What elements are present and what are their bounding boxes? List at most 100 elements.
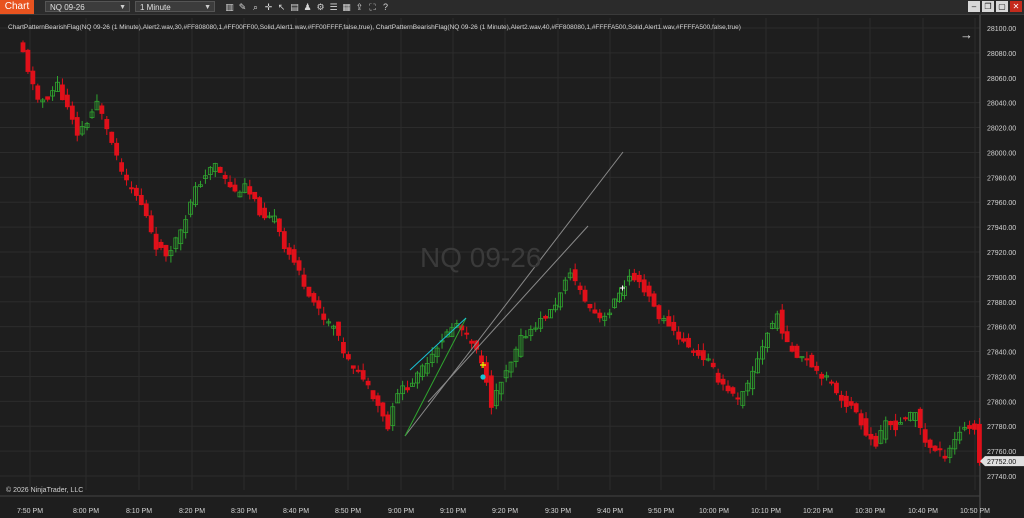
instrument-selector[interactable]: NQ 09-26 ▼ (45, 1, 130, 12)
candle-down (843, 395, 849, 407)
price-tick-label: 27760.00 (987, 449, 1016, 456)
price-tick-label: 27960.00 (987, 200, 1016, 207)
time-tick-label: 7:50 PM (17, 508, 43, 515)
candle-down (873, 435, 879, 447)
candle-down (592, 309, 598, 314)
help-icon[interactable]: ? (380, 1, 391, 13)
candle-down (370, 390, 376, 400)
candle-down (163, 244, 169, 257)
candle-down (730, 387, 736, 394)
candle-down (656, 305, 662, 320)
properties-icon[interactable]: ☰ (328, 1, 339, 13)
candle-down (543, 315, 548, 319)
price-tick-label: 27780.00 (987, 424, 1016, 431)
maximize-button[interactable]: ▢ (996, 1, 1008, 12)
price-tick-label: 28020.00 (987, 126, 1016, 133)
candle-down (779, 309, 785, 334)
price-tick-label: 27860.00 (987, 325, 1016, 332)
candle-down (124, 174, 129, 181)
candle-down (700, 350, 706, 361)
candle-down (927, 439, 933, 448)
chevron-down-icon: ▼ (204, 4, 211, 11)
template-icon[interactable]: ▦ (341, 1, 352, 13)
candle-down (217, 166, 223, 173)
candle-down (60, 84, 65, 101)
candle-down (109, 131, 115, 143)
share-icon[interactable]: ⇪ (354, 1, 365, 13)
indicators-icon[interactable]: ⚙ (315, 1, 326, 13)
data-box-icon[interactable]: ▤ (289, 1, 300, 13)
candle-down (942, 455, 948, 459)
candle-down (814, 365, 820, 371)
price-tick-label: 27880.00 (987, 300, 1016, 307)
candle-down (104, 119, 110, 130)
candle-down (641, 279, 647, 293)
candle-down (114, 142, 120, 156)
time-tick-label: 8:50 PM (335, 508, 361, 515)
price-tick-label: 27980.00 (987, 175, 1016, 182)
candle-down (276, 218, 282, 233)
last-price-marker: 27752.00 (980, 456, 1024, 467)
candle-down (316, 300, 322, 309)
candle-down (646, 285, 652, 297)
candle-down (153, 233, 159, 250)
candle-down (838, 394, 844, 401)
candle-down (350, 365, 356, 369)
instrument-value: NQ 09-26 (50, 3, 85, 12)
price-tick-label: 28040.00 (987, 101, 1016, 108)
candle-down (119, 162, 124, 172)
time-tick-label: 8:20 PM (179, 508, 205, 515)
price-tick-label: 27940.00 (987, 225, 1016, 232)
candle-down (247, 186, 253, 195)
candle-down (937, 448, 943, 451)
candle-down (158, 241, 164, 248)
price-tick-label: 28000.00 (987, 150, 1016, 157)
crosshair-icon[interactable]: ✛ (263, 1, 274, 13)
candle-down (597, 312, 603, 319)
candle-down (262, 207, 267, 219)
restore-button[interactable]: ❐ (982, 1, 994, 12)
time-tick-label: 10:50 PM (960, 508, 990, 515)
candle-down (834, 382, 839, 394)
candle-down (715, 372, 721, 383)
price-tick-label: 27740.00 (987, 474, 1016, 481)
candle-down (30, 70, 36, 85)
arrow-right-icon[interactable]: → (960, 27, 973, 42)
indicator-label[interactable]: ChartPatternBearishFlag(NQ 09-26 (1 Minu… (8, 24, 741, 31)
zoom-icon[interactable]: ⌕ (250, 1, 261, 13)
copyright-text: © 2026 NinjaTrader, LLC (6, 487, 84, 494)
strategies-icon[interactable]: ♟ (302, 1, 313, 13)
price-tick-label: 28100.00 (987, 26, 1016, 33)
close-button[interactable]: ✕ (1010, 1, 1022, 12)
candle-down (651, 293, 657, 307)
candle-down (64, 94, 70, 108)
time-tick-label: 8:00 PM (73, 508, 99, 515)
price-tick-label: 27900.00 (987, 275, 1016, 282)
candle-down (893, 420, 899, 431)
candle-down (306, 286, 312, 297)
candle-down (488, 375, 494, 408)
candle-down (794, 345, 800, 358)
candle-down (932, 445, 938, 451)
candle-down (784, 331, 790, 343)
signal-dot (480, 374, 486, 380)
candle-down (35, 85, 41, 100)
time-tick-label: 8:10 PM (126, 508, 152, 515)
candle-down (360, 370, 366, 380)
candle-down (286, 247, 292, 255)
draw-tool-icon[interactable]: ✎ (237, 1, 248, 13)
candle-down (587, 303, 593, 309)
candle-down (809, 354, 815, 368)
pointer-icon[interactable]: ↖ (276, 1, 287, 13)
lock-icon[interactable]: ⛶ (367, 1, 378, 13)
minimize-button[interactable]: – (968, 1, 980, 12)
candle-down (148, 215, 154, 233)
time-tick-label: 9:40 PM (597, 508, 623, 515)
candle-down (710, 362, 716, 368)
bar-type-icon[interactable]: ▥ (224, 1, 235, 13)
candle-down (257, 197, 263, 216)
interval-selector[interactable]: 1 Minute ▼ (135, 1, 215, 12)
app-badge[interactable]: Chart (0, 0, 34, 14)
candle-down (296, 260, 302, 271)
time-tick-label: 10:10 PM (751, 508, 781, 515)
